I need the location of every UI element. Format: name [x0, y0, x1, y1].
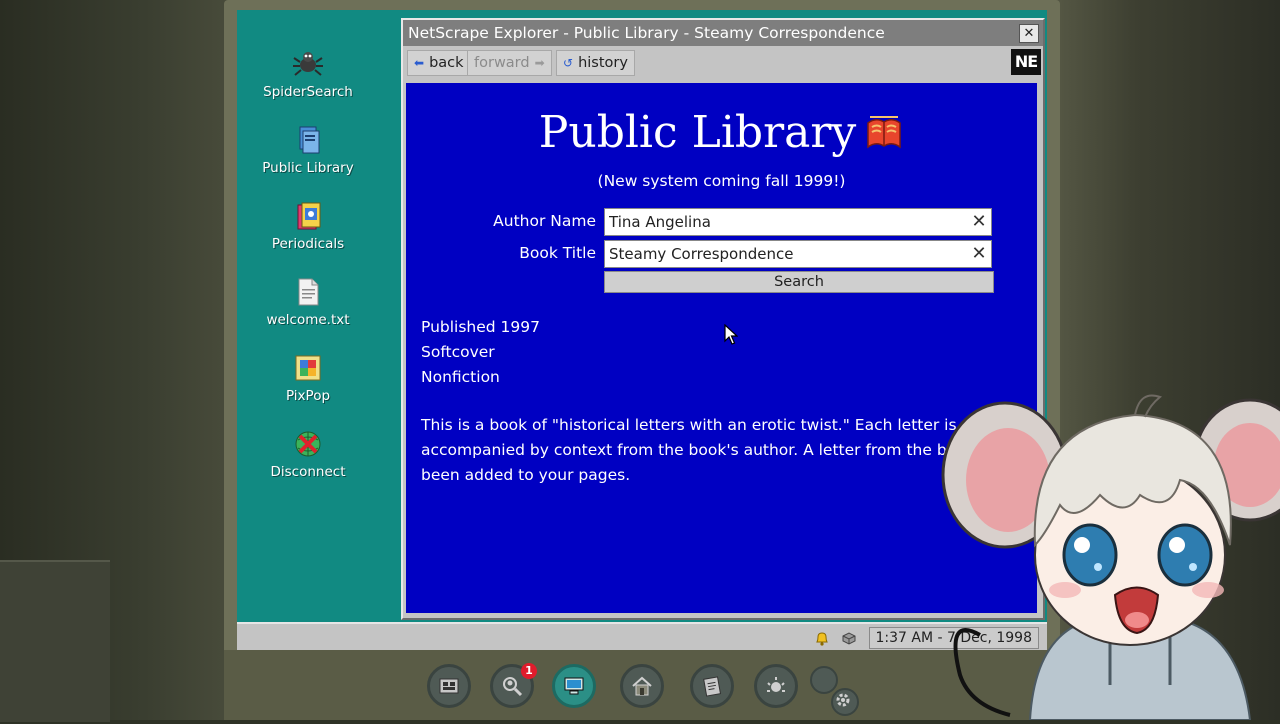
author-label: Author Name [493, 212, 596, 230]
hud-computer-button[interactable] [552, 664, 596, 708]
room-desk [0, 560, 110, 722]
clear-author-icon[interactable]: ✕ [970, 212, 988, 232]
author-field[interactable]: ✕ [604, 208, 992, 236]
page-title-row: Public Library [406, 107, 1037, 159]
desktop-icon-pixpop[interactable]: PixPop [237, 352, 379, 404]
format: Softcover [421, 343, 495, 361]
author-input[interactable] [609, 212, 959, 232]
history-icon: ↺ [563, 56, 574, 70]
hud-notes-button[interactable] [690, 664, 734, 708]
desktop-icon-label: Public Library [262, 160, 354, 176]
desktop-icon-label: Disconnect [270, 464, 346, 480]
computer-icon [564, 677, 584, 695]
page-subtitle: (New system coming fall 1999!) [597, 172, 846, 190]
hud-desk-button[interactable] [427, 664, 471, 708]
forward-label: forward [474, 55, 530, 71]
book-description: This is a book of "historical letters wi… [421, 416, 1007, 484]
house-icon [632, 676, 652, 696]
desktop-icon-public-library[interactable]: Public Library [237, 124, 379, 176]
desktop-icon-disconnect[interactable]: Disconnect [237, 428, 379, 480]
hud-status-button[interactable] [754, 664, 798, 708]
network-icon[interactable] [841, 630, 857, 646]
genre: Nonfiction [421, 368, 500, 386]
notification-badge: 1 [521, 663, 537, 679]
spider-icon [292, 48, 324, 80]
browser-logo: NE [1011, 49, 1041, 75]
history-button[interactable]: ↺ history [556, 50, 635, 76]
book-title-input[interactable] [609, 244, 959, 264]
desktop-screen: SpiderSearch Public Library Periodicals … [237, 10, 1047, 650]
sun-face-icon [767, 677, 785, 692]
book-title-field[interactable]: ✕ [604, 240, 992, 268]
desktop-icon-spidersearch[interactable]: SpiderSearch [237, 48, 379, 100]
back-button[interactable]: ⬅ back [407, 50, 471, 76]
magazine-icon [292, 200, 324, 232]
desk-icon [439, 678, 459, 694]
back-label: back [429, 55, 464, 71]
hud-home-button[interactable] [620, 664, 664, 708]
desktop-icon-periodicals[interactable]: Periodicals [237, 200, 379, 252]
window-titlebar[interactable]: NetScrape Explorer - Public Library - St… [403, 20, 1043, 46]
history-label: history [578, 55, 628, 71]
page-title: Public Library [538, 107, 857, 158]
search-button[interactable]: Search [604, 271, 994, 293]
book-details: Published 1997 Softcover Nonfiction [421, 315, 540, 390]
taskbar: 1:37 AM - 7 Dec, 1998 [237, 622, 1047, 650]
magnifier-person-icon [503, 677, 523, 697]
notebook-icon [703, 676, 722, 697]
desktop-icon-label: PixPop [285, 388, 331, 404]
arrow-left-icon: ⬅ [414, 56, 425, 70]
paint-icon [292, 352, 324, 384]
streamer-avatar [940, 385, 1280, 721]
mouse-cursor-icon [724, 323, 739, 350]
globe-disconnect-icon [292, 428, 324, 460]
published-year: Published 1997 [421, 318, 540, 336]
desktop-icon-label: welcome.txt [266, 312, 350, 328]
window-title: NetScrape Explorer - Public Library - St… [408, 24, 885, 42]
text-file-icon [292, 276, 324, 308]
desktop-icon-label: SpiderSearch [263, 84, 353, 100]
settings-gear-icon[interactable] [831, 688, 859, 716]
bell-icon[interactable] [814, 630, 830, 646]
close-button[interactable]: ✕ [1019, 24, 1039, 43]
forward-button[interactable]: forward ➡ [467, 50, 552, 76]
desktop-icon-welcome-txt[interactable]: welcome.txt [237, 276, 379, 328]
clear-title-icon[interactable]: ✕ [970, 244, 988, 264]
desktop-icon-label: Periodicals [271, 236, 345, 252]
books-icon [292, 124, 324, 156]
arrow-right-icon: ➡ [534, 56, 545, 70]
book-title-label: Book Title [519, 244, 596, 262]
browser-toolbar: ⬅ back forward ➡ ↺ history NE [403, 46, 1043, 78]
open-book-icon [864, 111, 904, 149]
